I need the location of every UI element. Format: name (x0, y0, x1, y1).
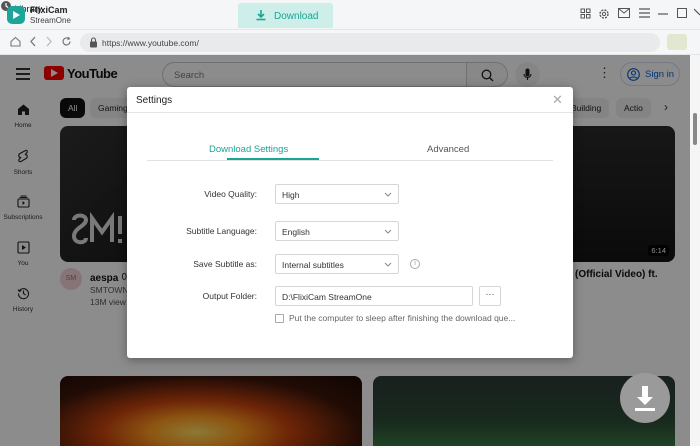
menu-icon[interactable] (638, 8, 650, 20)
back-icon[interactable] (27, 36, 39, 48)
gear-icon[interactable] (598, 8, 610, 20)
save-subtitle-value: Internal subtitles (282, 260, 344, 270)
subtitle-language-label: Subtitle Language: (186, 226, 257, 236)
home-nav-icon[interactable] (9, 36, 21, 48)
settings-tabs: Download Settings Advanced (147, 141, 553, 161)
tab-library[interactable]: Library (0, 0, 700, 14)
grid-icon[interactable] (579, 8, 591, 20)
maximize-icon[interactable] (676, 8, 688, 20)
active-tab-indicator (227, 158, 319, 160)
video-quality-value: High (282, 190, 300, 200)
minimize-icon[interactable] (657, 8, 669, 20)
dialog-header: Settings ✕ (127, 87, 573, 113)
mail-icon[interactable] (618, 8, 630, 20)
app-name: FlixiCam (30, 5, 68, 15)
reload-icon[interactable] (60, 36, 72, 48)
video-quality-label: Video Quality: (204, 189, 257, 199)
floating-download-button[interactable] (620, 373, 670, 423)
app-subtitle: StreamOne (30, 16, 71, 25)
scrollbar-thumb[interactable] (693, 113, 697, 145)
tab-download-settings[interactable]: Download Settings (209, 144, 288, 155)
tab-download[interactable]: Download (238, 3, 333, 28)
app-titlebar: FlixiCam StreamOne Download Library (0, 0, 700, 30)
chevron-down-icon (384, 192, 392, 197)
close-icon[interactable] (693, 8, 700, 20)
url-text: https://www.youtube.com/ (102, 38, 199, 48)
download-icon (256, 10, 266, 21)
save-subtitle-label: Save Subtitle as: (193, 259, 257, 269)
output-folder-input[interactable]: D:\FlixiCam StreamOne (275, 286, 473, 306)
sleep-checkbox-label[interactable]: Put the computer to sleep after finishin… (289, 313, 515, 323)
video-thumbnail-icon[interactable] (667, 34, 687, 50)
tab-advanced[interactable]: Advanced (427, 144, 469, 155)
subtitle-language-value: English (282, 227, 310, 237)
download-arrow-icon (635, 386, 655, 411)
output-folder-label: Output Folder: (202, 291, 257, 301)
close-dialog-icon[interactable]: ✕ (552, 93, 563, 106)
subtitle-language-select[interactable]: English (275, 221, 399, 241)
sleep-checkbox[interactable] (275, 314, 284, 323)
app-logo-icon (7, 6, 25, 24)
address-bar: https://www.youtube.com/ (0, 30, 700, 55)
url-field[interactable]: https://www.youtube.com/ (80, 33, 660, 52)
settings-dialog: Settings ✕ Download Settings Advanced Vi… (127, 87, 573, 358)
forward-icon[interactable] (43, 36, 55, 48)
lock-icon (90, 37, 97, 48)
dialog-title: Settings (136, 95, 173, 106)
tab-download-label: Download (274, 11, 319, 22)
browse-folder-button[interactable]: ··· (479, 286, 501, 306)
chevron-down-icon (384, 262, 392, 267)
save-subtitle-select[interactable]: Internal subtitles (275, 254, 399, 274)
chevron-down-icon (384, 229, 392, 234)
video-quality-select[interactable]: High (275, 184, 399, 204)
info-icon[interactable]: i (410, 259, 420, 269)
scrollbar[interactable] (690, 55, 700, 446)
output-folder-value: D:\FlixiCam StreamOne (282, 292, 372, 302)
